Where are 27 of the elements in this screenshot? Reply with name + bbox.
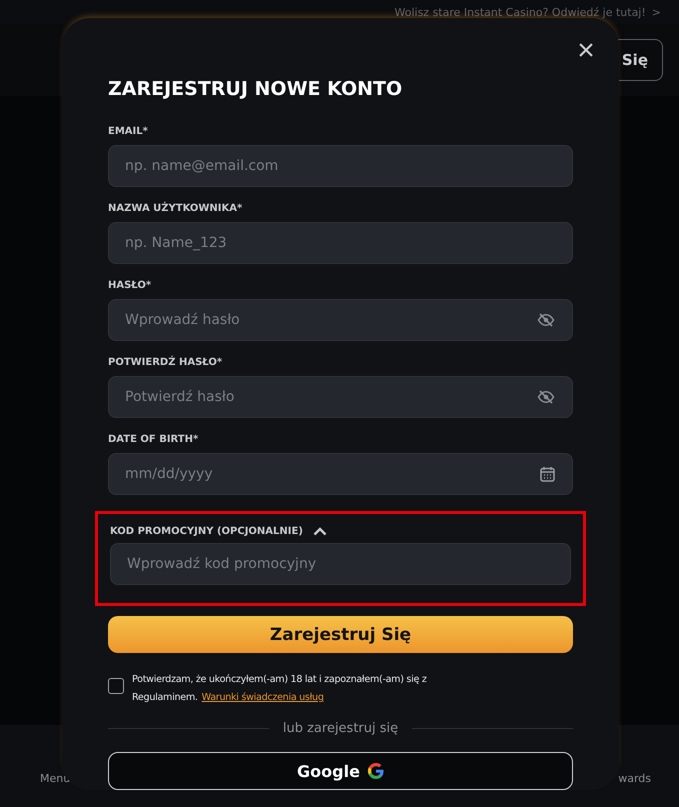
register-button[interactable]: Zarejestruj Się (108, 616, 573, 654)
input-field[interactable]: Potwierdź hasło (108, 376, 573, 418)
terms-link[interactable]: Warunki świadczenia usług (202, 692, 324, 704)
google-g-icon (368, 763, 384, 780)
input-field[interactable]: np. name@email.com (108, 145, 573, 187)
input-field[interactable]: mm/dd/yyyy (108, 453, 573, 495)
input-field[interactable]: Wprowadź hasło (108, 299, 573, 341)
field-label: EMAIL* (108, 126, 149, 137)
field-label: DATE OF BIRTH* (108, 434, 200, 445)
eye-slash-icon[interactable] (537, 312, 555, 328)
divider-text: lub zarejestruj się (282, 721, 398, 736)
eye-slash-icon[interactable] (537, 389, 555, 405)
nav-label[interactable]: wards (618, 772, 651, 785)
field-label: NAZWA UŻYTKOWNIKA* (108, 203, 244, 214)
input-field[interactable]: Wprowadź kod promocyjny (110, 543, 571, 585)
field-label: KOD PROMOCYJNY (OPCJONALNIE) (110, 526, 303, 537)
close-button[interactable]: × (573, 38, 599, 64)
field-label: POTWIERDŹ HASŁO* (108, 357, 224, 368)
calendar-icon[interactable] (540, 466, 555, 482)
field-label: HASŁO* (108, 280, 152, 291)
consent-text: Potwierdzam, że ukończyłem(-am) 18 lat i zapoznałem(-am) się z Regulaminem. Warunki świadczenia usług (132, 673, 428, 706)
google-button[interactable]: Google (108, 752, 573, 790)
chevron-right-icon: > (652, 6, 661, 18)
chevron-up-icon[interactable] (312, 527, 327, 536)
consent-checkbox[interactable] (108, 678, 124, 694)
input-field[interactable]: np. Name_123 (108, 222, 573, 264)
modal-title: ZAREJESTRUJ NOWE KONTO (108, 78, 404, 100)
